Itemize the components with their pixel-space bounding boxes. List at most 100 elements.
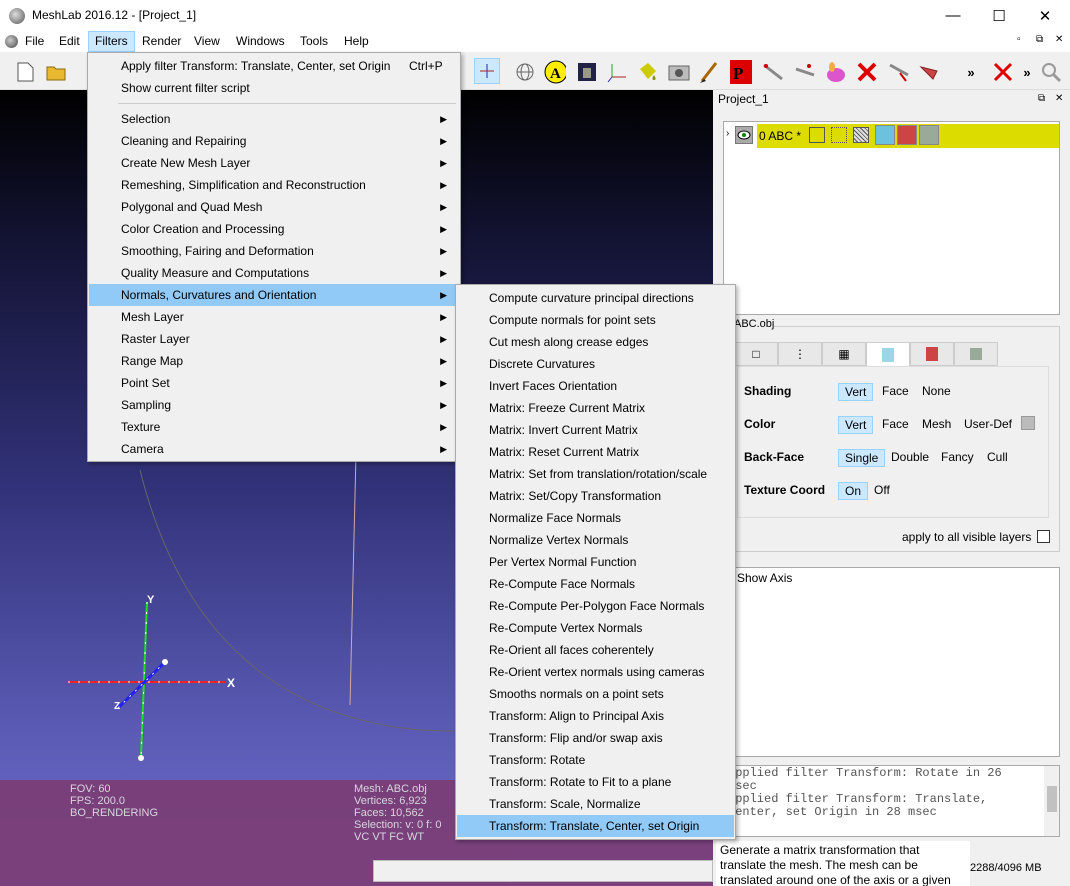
log-scrollbar[interactable] [1044, 766, 1059, 836]
color-mesh[interactable]: Mesh [922, 417, 951, 431]
filters-submenu-item[interactable]: Polygonal and Quad Mesh ▶ [89, 196, 459, 218]
points-icon[interactable] [831, 127, 847, 143]
delete-selection-icon[interactable] [992, 61, 1014, 83]
normals-filter-item[interactable]: Discrete Curvatures [457, 353, 734, 375]
brush-icon[interactable] [698, 61, 720, 83]
show-script-item[interactable]: Show current filter script [89, 77, 459, 99]
normals-filter-item[interactable]: Per Vertex Normal Function [457, 551, 734, 573]
shading-vert[interactable]: Vert [838, 383, 874, 401]
filters-submenu-item[interactable]: Point Set ▶ [89, 372, 459, 394]
normals-filter-item[interactable]: Normalize Vertex Normals [457, 529, 734, 551]
filters-submenu-item[interactable]: Range Map ▶ [89, 350, 459, 372]
backface-single[interactable]: Single [838, 449, 886, 467]
menu-render[interactable]: Render [136, 31, 187, 52]
select-vertices-icon[interactable] [918, 61, 940, 83]
normals-filter-item[interactable]: Transform: Align to Principal Axis [457, 705, 734, 727]
maximize-button[interactable]: ☐ [976, 0, 1022, 31]
normals-filter-item[interactable]: Matrix: Reset Current Matrix [457, 441, 734, 463]
normals-filter-item[interactable]: Matrix: Freeze Current Matrix [457, 397, 734, 419]
bbox-icon[interactable] [809, 127, 825, 143]
toolbar-more-icon[interactable]: » [960, 61, 982, 83]
menu-filters[interactable]: Filters [88, 31, 135, 52]
new-file-icon[interactable] [14, 61, 36, 83]
flat-icon[interactable] [875, 125, 895, 145]
pickpoints-icon[interactable]: P [730, 60, 752, 84]
texture-icon[interactable] [897, 125, 917, 145]
texcoord-off[interactable]: Off [874, 483, 890, 497]
decorator-icon[interactable] [919, 125, 939, 145]
color-vert[interactable]: Vert [838, 416, 874, 434]
annotation-icon[interactable]: A [544, 60, 566, 84]
backface-double[interactable]: Double [891, 450, 929, 464]
tab-wire[interactable]: ▦ [822, 342, 866, 366]
normals-filter-item[interactable]: Matrix: Set/Copy Transformation [457, 485, 734, 507]
apply-all-checkbox[interactable] [1037, 530, 1050, 543]
backface-fancy[interactable]: Fancy [941, 450, 974, 464]
measure-icon[interactable] [762, 61, 784, 83]
menu-view[interactable]: View [188, 31, 226, 52]
axis-toggle-icon[interactable] [474, 58, 500, 84]
visibility-eye-icon[interactable] [735, 126, 753, 144]
doc-icon[interactable] [5, 35, 18, 48]
filters-submenu-item[interactable]: Texture ▶ [89, 416, 459, 438]
close-button[interactable]: ✕ [1022, 0, 1068, 31]
axes-icon[interactable] [606, 61, 628, 83]
color-userdef[interactable]: User-Def [964, 417, 1012, 431]
normals-filter-item[interactable]: Transform: Flip and/or swap axis [457, 727, 734, 749]
mdi-min-icon[interactable]: ▫ [1017, 34, 1021, 45]
mdi-close-icon[interactable]: ✕ [1055, 34, 1063, 45]
tab-texture[interactable] [910, 342, 954, 366]
color-swatch[interactable] [1021, 416, 1035, 430]
globe-icon[interactable] [514, 61, 536, 83]
menu-tools[interactable]: Tools [294, 31, 334, 52]
shading-face[interactable]: Face [882, 384, 909, 398]
normals-filter-item[interactable]: Compute normals for point sets [457, 309, 734, 331]
normals-filter-item[interactable]: Compute curvature principal directions [457, 287, 734, 309]
filters-submenu-item[interactable]: Color Creation and Processing ▶ [89, 218, 459, 240]
minimize-button[interactable]: — [930, 0, 976, 31]
normals-filter-item[interactable]: Re-Orient all faces coherentely [457, 639, 734, 661]
tab-points[interactable]: ⋮ [778, 342, 822, 366]
open-folder-icon[interactable] [45, 61, 67, 83]
snapshot-icon[interactable] [668, 61, 690, 83]
raster-icon[interactable] [576, 61, 598, 83]
normals-filter-item[interactable]: Re-Orient vertex normals using cameras [457, 661, 734, 683]
texcoord-on[interactable]: On [838, 482, 869, 500]
filters-submenu-item[interactable]: Create New Mesh Layer ▶ [89, 152, 459, 174]
normals-filter-item[interactable]: Transform: Rotate to Fit to a plane [457, 771, 734, 793]
panel-close-icon[interactable]: ✕ [1055, 93, 1063, 104]
color-face[interactable]: Face [882, 417, 909, 431]
normals-filter-item[interactable]: Transform: Rotate [457, 749, 734, 771]
normals-filter-item[interactable]: Smooths normals on a point sets [457, 683, 734, 705]
filters-submenu-item[interactable]: Raster Layer ▶ [89, 328, 459, 350]
filters-submenu-item[interactable]: Camera ▶ [89, 438, 459, 460]
expand-icon[interactable]: › [726, 128, 729, 139]
filters-submenu-item[interactable]: Cleaning and Repairing ▶ [89, 130, 459, 152]
tab-bbox[interactable]: □ [734, 342, 778, 366]
menu-help[interactable]: Help [338, 31, 375, 52]
georef-icon[interactable] [856, 61, 878, 83]
filters-submenu-item[interactable]: Selection ▶ [89, 108, 459, 130]
normals-filter-item[interactable]: Re-Compute Vertex Normals [457, 617, 734, 639]
wire-icon[interactable] [853, 127, 869, 143]
show-axis-item[interactable]: Show Axis [737, 571, 792, 585]
menu-edit[interactable]: Edit [53, 31, 86, 52]
normals-filter-item[interactable]: Re-Compute Per-Polygon Face Normals [457, 595, 734, 617]
filters-submenu-item[interactable]: Remeshing, Simplification and Reconstruc… [89, 174, 459, 196]
filters-submenu-item[interactable]: Sampling ▶ [89, 394, 459, 416]
paint-bucket-icon[interactable] [636, 61, 658, 83]
backface-cull[interactable]: Cull [987, 450, 1008, 464]
normals-filter-item[interactable]: Matrix: Invert Current Matrix [457, 419, 734, 441]
tab-decorators[interactable] [954, 342, 998, 366]
panel-float-icon[interactable]: ⧉ [1038, 93, 1045, 104]
normals-filter-item[interactable]: Transform: Translate, Center, set Origin [457, 815, 734, 837]
normals-filter-item[interactable]: Re-Compute Face Normals [457, 573, 734, 595]
filters-submenu-item[interactable]: Mesh Layer ▶ [89, 306, 459, 328]
normals-filter-item[interactable]: Matrix: Set from translation/rotation/sc… [457, 463, 734, 485]
mdi-restore-icon[interactable]: ⧉ [1036, 34, 1043, 45]
menu-windows[interactable]: Windows [230, 31, 291, 52]
normals-filter-item[interactable]: Normalize Face Normals [457, 507, 734, 529]
filters-submenu-item[interactable]: Smoothing, Fairing and Deformation ▶ [89, 240, 459, 262]
toolbar-more2-icon[interactable]: » [1016, 61, 1038, 83]
magnifier-icon[interactable] [1040, 61, 1062, 83]
